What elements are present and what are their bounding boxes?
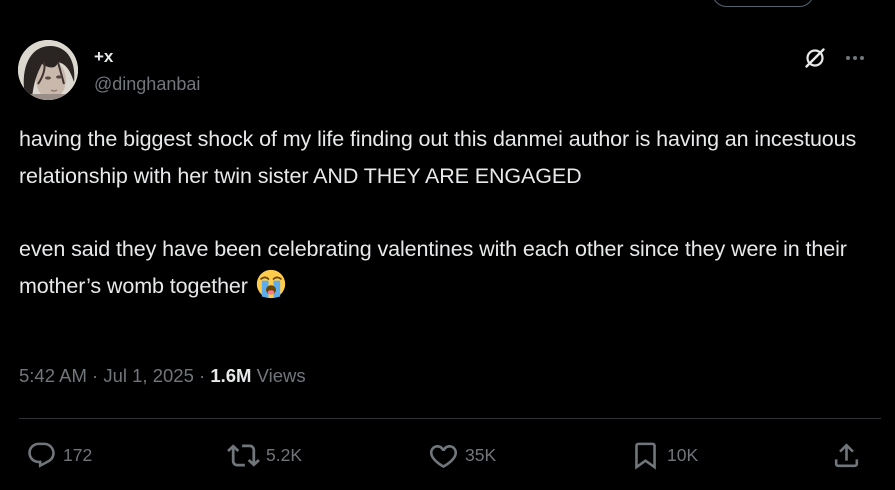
avatar-image — [18, 40, 78, 100]
heart-icon — [429, 444, 458, 468]
views-label: Views — [251, 365, 306, 386]
tweet-text: having the biggest shock of my life find… — [19, 121, 859, 304]
action-bar: 172 5.2K 35K 10K — [0, 437, 895, 473]
repost-button[interactable]: 5.2K — [227, 437, 302, 473]
tweet-header: +x @dinghanbai — [18, 40, 878, 100]
bookmark-icon — [635, 442, 656, 470]
more-dots-icon — [846, 56, 864, 60]
tweet-time[interactable]: 5:42 AM — [19, 365, 87, 386]
loudly-crying-face-icon — [256, 269, 285, 298]
like-button[interactable]: 35K — [428, 437, 496, 473]
tweet-paragraph-2-text: even said they have been celebrating val… — [19, 237, 847, 298]
tweet-meta: 5:42 AM · Jul 1, 2025 · 1.6M Views — [19, 365, 306, 387]
share-icon — [834, 442, 859, 467]
more-options-button[interactable] — [840, 43, 870, 73]
tweet-date[interactable]: Jul 1, 2025 — [103, 365, 194, 386]
grok-icon — [805, 48, 825, 68]
divider — [19, 418, 881, 419]
like-count: 35K — [465, 444, 497, 465]
bookmark-count: 10K — [667, 444, 699, 465]
bookmark-button[interactable]: 10K — [630, 437, 698, 473]
share-button[interactable] — [831, 437, 862, 473]
meta-separator: · — [86, 365, 104, 386]
author-handle[interactable]: @dinghanbai — [94, 74, 200, 95]
meta-separator-2: · — [193, 365, 211, 386]
tweet-paragraph-2: even said they have been celebrating val… — [19, 231, 859, 304]
views-count: 1.6M — [210, 365, 252, 386]
avatar[interactable] — [18, 40, 78, 100]
grok-button[interactable] — [800, 43, 830, 73]
tweet-paragraph-1: having the biggest shock of my life find… — [19, 127, 857, 188]
top-partial-button[interactable] — [712, 0, 814, 7]
author-display-name[interactable]: +x — [94, 47, 113, 67]
repost-icon — [227, 443, 260, 467]
reply-count: 172 — [63, 444, 93, 465]
reply-icon — [28, 442, 55, 468]
reply-button[interactable]: 172 — [26, 437, 92, 473]
repost-count: 5.2K — [266, 444, 302, 465]
